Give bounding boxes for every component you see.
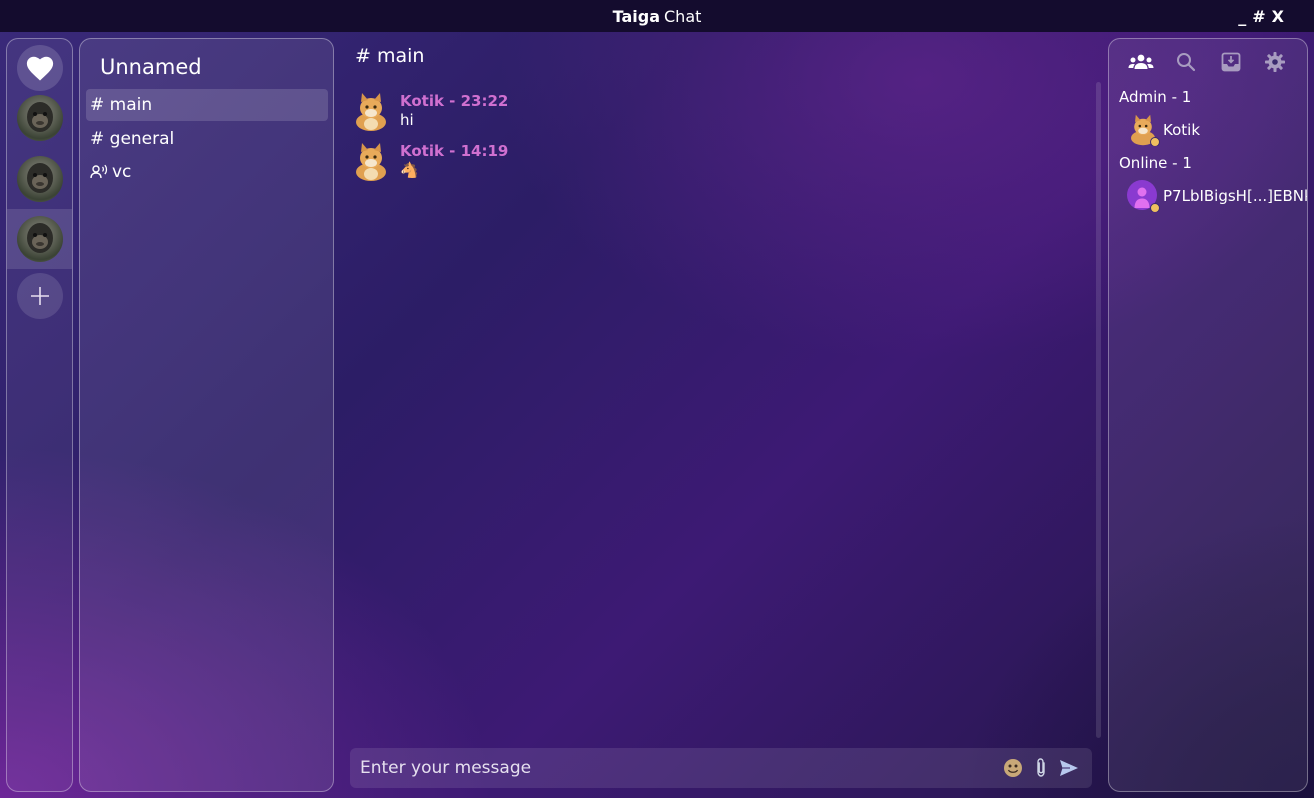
members-tab[interactable] [1128, 49, 1154, 75]
channel-panel: Unnamed # main # general vc [79, 38, 334, 792]
emoji-button[interactable] [1000, 755, 1026, 781]
message: Kotik - 23:22 hi [352, 92, 508, 132]
member-item[interactable]: Kotik [1127, 114, 1307, 146]
app-brand-suffix: Chat [664, 6, 702, 26]
message-input[interactable] [350, 748, 1000, 788]
member-item[interactable]: P7LbIBigsH[...]EBNk [1127, 180, 1307, 212]
chimp-avatar-icon [27, 102, 53, 132]
cat-avatar-icon [356, 93, 386, 131]
message-header: Kotik - 23:22 [400, 92, 509, 110]
search-icon [1177, 53, 1196, 72]
emoji-icon [1004, 759, 1022, 777]
group-label-online: Online - 1 [1119, 154, 1192, 172]
member-name: P7LbIBigsH[...]EBNk [1163, 187, 1307, 205]
message-header: Kotik - 14:19 [400, 142, 509, 160]
channel-general[interactable]: # general [86, 123, 328, 155]
group-label-admin: Admin - 1 [1119, 88, 1192, 106]
channel-label: # general [90, 129, 175, 149]
maximize-button[interactable]: # [1252, 7, 1265, 26]
voice-channel-icon [90, 164, 108, 179]
message-body: 🐴 [400, 161, 419, 179]
channel-label: vc [112, 162, 132, 182]
inbox-tab[interactable] [1218, 49, 1244, 75]
message-composer [350, 748, 1092, 788]
cat-avatar-icon [356, 143, 386, 181]
send-button[interactable] [1056, 755, 1082, 781]
home-button[interactable] [17, 45, 63, 91]
status-dot [1150, 137, 1160, 146]
app-window: Taiga Chat _ # X Unnamed # main # genera… [0, 0, 1314, 798]
inbox-icon [1221, 52, 1241, 72]
server-icon-2[interactable] [17, 156, 63, 202]
server-icon-3[interactable] [17, 216, 63, 262]
chat-title: # main [355, 45, 425, 67]
heart-icon [26, 56, 54, 81]
member-name: Kotik [1163, 121, 1201, 139]
status-dot [1150, 203, 1160, 212]
settings-tab[interactable] [1262, 49, 1288, 75]
chat-scrollbar[interactable] [1096, 82, 1101, 738]
search-tab[interactable] [1173, 49, 1199, 75]
server-rail [6, 38, 73, 792]
server-icon-1[interactable] [17, 95, 63, 141]
title-bar: Taiga Chat _ # X [0, 0, 1314, 32]
add-server-button[interactable] [17, 273, 63, 319]
channel-label: # main [90, 95, 153, 115]
channel-vc[interactable]: vc [86, 156, 328, 188]
server-name[interactable]: Unnamed [100, 55, 202, 79]
members-icon [1128, 54, 1154, 69]
chimp-avatar-icon [27, 163, 53, 193]
close-button[interactable]: X [1272, 7, 1284, 26]
gear-icon [1265, 52, 1285, 72]
app-brand: Taiga [612, 6, 660, 26]
member-avatar [1127, 114, 1160, 146]
message: Kotik - 14:19 🐴 [352, 142, 508, 182]
member-avatar [1127, 180, 1160, 212]
window-controls: _ # X [1238, 0, 1284, 32]
paperclip-icon [1037, 758, 1045, 777]
message-body: hi [400, 111, 414, 129]
chimp-avatar-icon [27, 223, 53, 253]
attach-button[interactable] [1028, 755, 1054, 781]
plus-icon [31, 287, 49, 305]
minimize-button[interactable]: _ [1238, 7, 1246, 26]
send-icon [1060, 760, 1078, 776]
members-panel: Admin - 1 Kotik Online - 1 P7LbIBigsH[..… [1108, 38, 1308, 792]
channel-main[interactable]: # main [86, 89, 328, 121]
